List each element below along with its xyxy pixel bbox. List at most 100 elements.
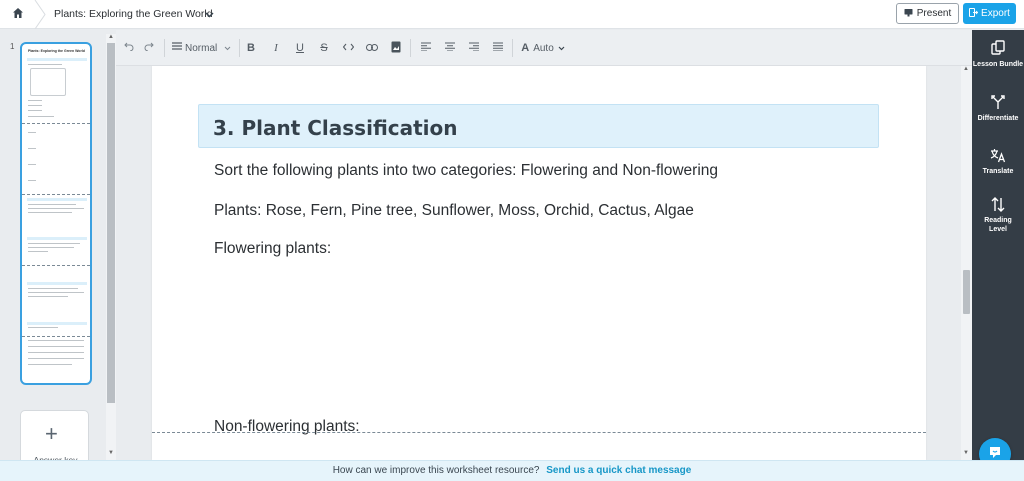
thumbnail-text-line <box>28 100 42 101</box>
export-icon <box>969 7 979 20</box>
thumbnail-text-line <box>28 296 68 297</box>
flowering-plants-label[interactable]: Flowering plants: <box>214 240 331 258</box>
chevron-down-icon <box>224 42 231 54</box>
strikethrough-button[interactable]: S <box>317 40 331 56</box>
italic-icon: I <box>274 42 278 54</box>
thumbnail-scrollbar-thumb[interactable] <box>107 43 115 403</box>
thumbnail-text-line <box>28 340 84 341</box>
thumbnail-text-line <box>28 180 36 181</box>
bold-button[interactable]: B <box>244 40 258 56</box>
export-label: Export <box>981 8 1010 19</box>
code-button[interactable] <box>341 40 355 56</box>
document-canvas: 3. Plant Classification Sort the followi… <box>116 66 961 460</box>
section-heading-banner[interactable]: 3. Plant Classification <box>198 104 879 148</box>
feedback-footer: How can we improve this worksheet resour… <box>0 460 1024 481</box>
thumbnail-text-line <box>28 352 84 353</box>
redo-icon <box>144 42 154 54</box>
align-right-icon <box>469 42 479 54</box>
link-button[interactable] <box>365 40 379 56</box>
translate-button[interactable]: Translate <box>972 145 1024 176</box>
feedback-chat-link[interactable]: Send us a quick chat message <box>546 465 691 476</box>
align-left-icon <box>421 42 431 54</box>
title-dropdown-button[interactable] <box>202 6 216 22</box>
plants-list-text[interactable]: Plants: Rose, Fern, Pine tree, Sunflower… <box>214 202 694 220</box>
thumbnail-section-bar <box>27 322 87 325</box>
thumbnail-text-line <box>28 292 84 293</box>
feedback-question: How can we improve this worksheet resour… <box>332 465 540 476</box>
thumbnail-page-break <box>22 336 90 337</box>
bold-icon: B <box>247 42 255 54</box>
lesson-bundle-button[interactable]: Lesson Bundle <box>972 38 1024 69</box>
thumbnail-text-line <box>28 110 42 111</box>
breadcrumb-separator <box>34 0 46 29</box>
thumbnail-text-line <box>28 148 36 149</box>
thumbnail-text-line <box>28 208 84 209</box>
thumbnail-image <box>30 68 66 96</box>
insert-image-button[interactable] <box>389 40 403 56</box>
thumbnail-text-line <box>28 164 36 165</box>
section-title: 3. Plant Classification <box>213 116 458 140</box>
thumbnail-section-bar <box>27 58 87 61</box>
document-title[interactable]: Plants: Exploring the Green World <box>54 8 213 20</box>
strikethrough-icon: S <box>320 42 328 54</box>
link-icon <box>366 42 378 54</box>
image-icon <box>391 41 401 56</box>
page-break-line <box>152 432 926 433</box>
thumbnail-page-number: 1 <box>10 42 15 51</box>
thumbnail-section-bar <box>27 282 87 285</box>
differentiate-icon <box>972 92 1024 112</box>
align-right-button[interactable] <box>467 40 481 56</box>
scroll-down-arrow-icon[interactable]: ▼ <box>106 450 116 456</box>
thumbnail-title: Plants: Exploring the Green World <box>28 49 85 53</box>
worksheet-page[interactable]: 3. Plant Classification Sort the followi… <box>152 66 926 460</box>
thumbnail-text-line <box>28 212 72 213</box>
reading-level-icon <box>972 194 1024 214</box>
scroll-up-arrow-icon[interactable]: ▲ <box>106 34 116 40</box>
formatting-toolbar: Normal B I U S A Auto <box>116 30 972 66</box>
paragraph-style-select[interactable]: Normal <box>172 40 234 56</box>
thumbnail-text-line <box>28 116 54 117</box>
home-button[interactable] <box>0 0 36 29</box>
align-center-button[interactable] <box>443 40 457 56</box>
differentiate-button[interactable]: Differentiate <box>972 92 1024 123</box>
chevron-down-icon <box>558 42 565 54</box>
document-scrollbar[interactable] <box>961 66 972 460</box>
thumbnail-text-line <box>28 358 84 359</box>
chevron-down-icon <box>204 5 214 23</box>
translate-icon <box>972 145 1024 165</box>
paragraph-style-icon <box>172 42 182 54</box>
align-justify-button[interactable] <box>491 40 505 56</box>
paragraph-style-value: Normal <box>185 42 218 54</box>
translate-label: Translate <box>982 168 1014 175</box>
lesson-bundle-icon <box>972 38 1024 58</box>
align-left-button[interactable] <box>419 40 433 56</box>
nonflowering-plants-label[interactable]: Non-flowering plants: <box>214 418 360 436</box>
font-size-value: Auto <box>533 42 554 54</box>
toolbar-divider <box>239 39 240 57</box>
scroll-down-arrow-icon[interactable]: ▼ <box>961 450 971 456</box>
lesson-bundle-label: Lesson Bundle <box>972 61 1024 68</box>
align-justify-icon <box>493 42 503 54</box>
scroll-up-arrow-icon[interactable]: ▲ <box>961 66 971 72</box>
thumbnail-text-line <box>28 64 62 65</box>
document-scrollbar-thumb[interactable] <box>963 270 970 314</box>
reading-level-button[interactable]: Reading Level <box>972 194 1024 234</box>
present-label: Present <box>916 8 952 19</box>
export-button[interactable]: Export <box>963 3 1016 24</box>
undo-button[interactable] <box>122 40 136 56</box>
redo-button[interactable] <box>142 40 156 56</box>
font-size-select[interactable]: A Auto <box>520 40 566 56</box>
instruction-text[interactable]: Sort the following plants into two categ… <box>214 162 718 180</box>
underline-button[interactable]: U <box>293 40 307 56</box>
tools-sidebar: Lesson Bundle Differentiate Translate Re… <box>972 30 1024 460</box>
thumbnail-text-line <box>28 364 72 365</box>
thumbnail-text-line <box>28 346 84 347</box>
present-button[interactable]: Present <box>896 3 959 24</box>
toolbar-divider <box>410 39 411 57</box>
italic-button[interactable]: I <box>269 40 283 56</box>
align-center-icon <box>445 42 455 54</box>
toolbar-divider <box>512 39 513 57</box>
page-thumbnail[interactable]: Plants: Exploring the Green World <box>20 42 92 385</box>
underline-icon: U <box>296 42 304 54</box>
reading-level-label: Reading Level <box>984 217 1012 233</box>
